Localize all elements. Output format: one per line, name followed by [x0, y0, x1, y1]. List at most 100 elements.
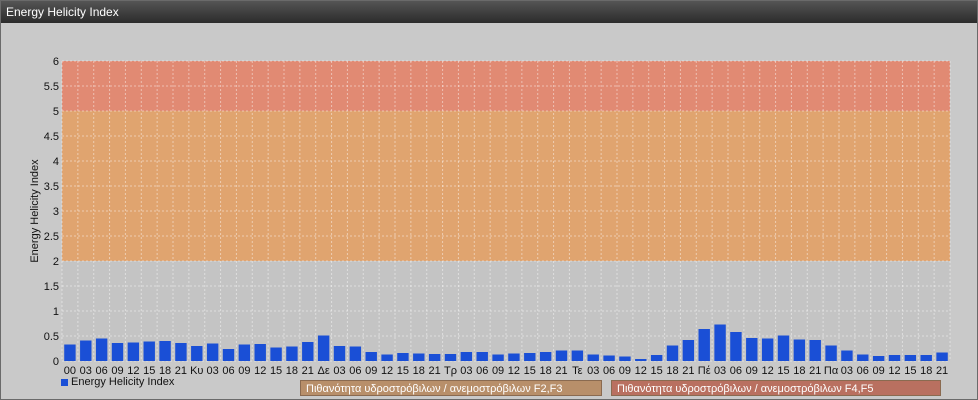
bar: [175, 343, 187, 361]
bar: [635, 359, 647, 361]
bar: [302, 342, 314, 361]
bar: [80, 340, 92, 361]
x-tick-label: 03: [460, 365, 472, 377]
bar: [349, 346, 362, 361]
y-tick-label: 3.5: [44, 181, 59, 193]
bar: [746, 338, 758, 361]
bar: [761, 338, 774, 361]
x-tick-label: 06: [349, 365, 361, 377]
bar: [460, 352, 473, 361]
bar: [238, 344, 251, 361]
helicity-chart: 00.511.522.533.544.555.56 00 03 06 09 12 15 18…: [29, 56, 951, 377]
bar: [603, 355, 615, 361]
legend-swatch: [61, 378, 68, 386]
y-tick-label: 2: [53, 256, 59, 268]
bar: [857, 354, 869, 361]
x-tick-label: 12: [254, 365, 266, 377]
risk-label-f4-f5: Πιθανότητα υδροστρόβιλων / ανεμοστρόβιλω…: [611, 380, 941, 396]
bar: [650, 355, 663, 361]
x-tick-label: 15: [904, 365, 916, 377]
bar: [777, 335, 790, 361]
x-tick-label: 21: [809, 365, 821, 377]
x-axis-ticks: 00 03 06 09 12 15 18 21 Κυ 03 06 09 12 15 18 21 Δε 03 06 09…: [64, 365, 948, 377]
bar: [888, 355, 901, 361]
risk-label-f2-f3: Πιθανότητα υδροστρόβιλων / ανεμοστρόβιλω…: [300, 380, 602, 396]
x-tick-label: 18: [413, 365, 425, 377]
bar: [286, 346, 298, 361]
x-tick-label: 15: [777, 365, 789, 377]
x-tick-label: 03: [714, 365, 726, 377]
x-tick-label: 09: [873, 365, 885, 377]
x-tick-label: 03: [333, 365, 345, 377]
y-tick-label: 1.5: [44, 281, 59, 293]
bar: [809, 340, 821, 361]
x-tick-label: 18: [793, 365, 805, 377]
y-axis-label: Energy Helicity Index: [29, 159, 41, 263]
y-tick-label: 4: [53, 156, 59, 168]
y-tick-label: 6: [53, 56, 59, 68]
x-tick-label: Δε: [318, 365, 330, 377]
y-tick-label: 3: [53, 206, 59, 218]
x-tick-label: 06: [476, 365, 488, 377]
x-tick-label: 03: [587, 365, 599, 377]
bar: [159, 341, 171, 361]
bar: [365, 352, 377, 361]
x-tick-label: 03: [841, 365, 853, 377]
bar: [64, 344, 76, 361]
bar: [397, 353, 409, 361]
legend: Energy Helicity Index: [61, 376, 174, 388]
bar: [904, 355, 917, 361]
x-tick-label: 09: [746, 365, 758, 377]
bar: [428, 354, 441, 361]
x-tick-label: 15: [651, 365, 663, 377]
bar: [492, 354, 504, 361]
bar: [841, 350, 853, 361]
x-tick-label: 21: [682, 365, 694, 377]
bar: [698, 329, 710, 361]
x-tick-label: 15: [397, 365, 409, 377]
x-tick-label: 06: [730, 365, 742, 377]
bar: [206, 343, 219, 361]
legend-label: Energy Helicity Index: [71, 376, 175, 388]
x-tick-label: 06: [222, 365, 234, 377]
x-tick-label: 18: [286, 365, 298, 377]
bar: [793, 339, 806, 361]
bar: [95, 338, 108, 361]
x-tick-label: 21: [429, 365, 441, 377]
x-tick-label: 09: [492, 365, 504, 377]
x-tick-label: 03: [207, 365, 219, 377]
x-tick-label: 18: [920, 365, 932, 377]
window-title: Energy Helicity Index: [1, 1, 977, 23]
bar: [317, 335, 330, 361]
y-tick-label: 4.5: [44, 131, 59, 143]
bar: [539, 352, 552, 361]
bar: [191, 346, 203, 361]
x-tick-label: 21: [175, 365, 187, 377]
x-tick-label: 21: [555, 365, 567, 377]
y-tick-label: 2.5: [44, 231, 59, 243]
x-tick-label: 21: [302, 365, 314, 377]
x-tick-label: Πέ: [698, 365, 711, 377]
x-tick-label: Τρ: [444, 365, 457, 377]
x-tick-label: 12: [635, 365, 647, 377]
bar: [714, 324, 726, 361]
bar: [825, 345, 837, 361]
bar: [619, 356, 631, 361]
y-tick-label: 0.5: [44, 331, 59, 343]
x-tick-label: 18: [666, 365, 678, 377]
bar: [936, 352, 948, 361]
bar: [270, 347, 282, 361]
x-tick-label: Κυ: [190, 365, 203, 377]
x-tick-label: 09: [365, 365, 377, 377]
x-tick-label: 09: [238, 365, 250, 377]
x-tick-label: Πα: [824, 365, 839, 377]
bar: [333, 346, 346, 361]
bar: [476, 352, 488, 361]
bar: [143, 341, 155, 361]
x-tick-label: 12: [381, 365, 393, 377]
bar: [381, 354, 393, 361]
x-tick-label: 18: [540, 365, 552, 377]
bar: [111, 343, 124, 361]
bar: [524, 353, 536, 361]
bar: [254, 344, 266, 361]
